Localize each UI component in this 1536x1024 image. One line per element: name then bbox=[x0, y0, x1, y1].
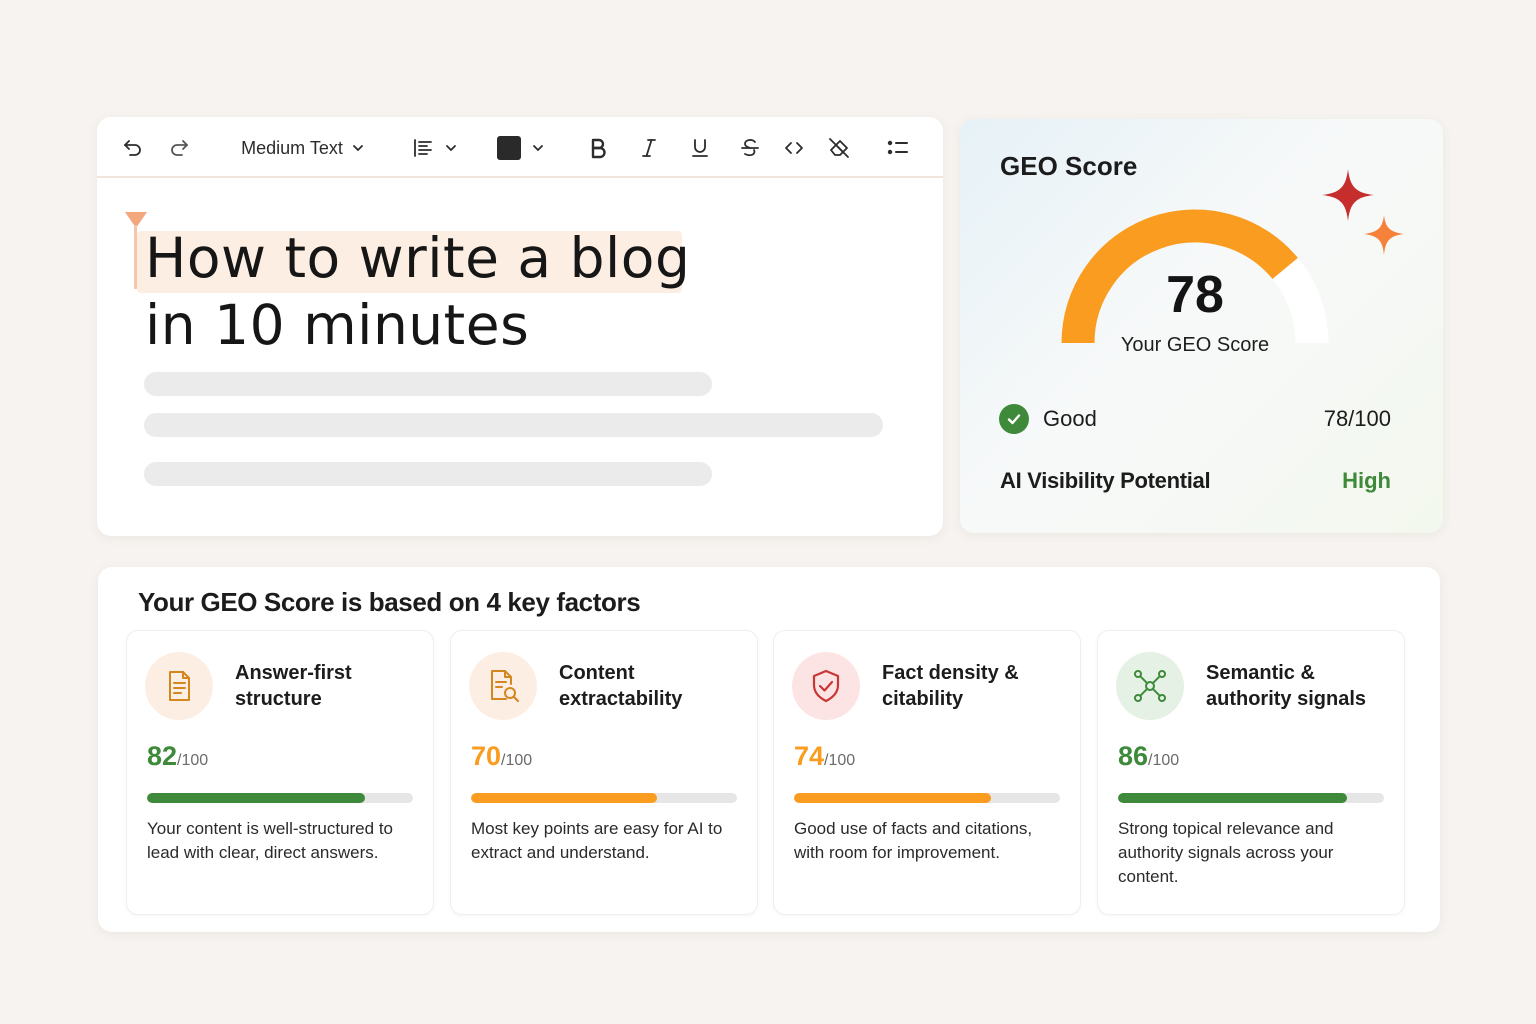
factor-progress-bar bbox=[147, 793, 413, 803]
factor-progress-fill bbox=[147, 793, 366, 803]
factor-icon-wrap bbox=[792, 652, 860, 720]
factor-description: Strong topical relevance and authority s… bbox=[1118, 819, 1334, 886]
factor-score-denominator: /100 bbox=[824, 752, 856, 769]
factor-description: Good use of facts and citations, with ro… bbox=[794, 819, 1033, 862]
factor-progress-bar bbox=[1118, 793, 1384, 803]
factor-score-number: 70 bbox=[471, 741, 502, 771]
clear-format-icon[interactable] bbox=[824, 133, 854, 163]
document-list-icon bbox=[169, 671, 190, 701]
factor-icon-wrap bbox=[469, 652, 537, 720]
code-icon[interactable] bbox=[780, 133, 808, 163]
factor-icon-wrap bbox=[1116, 652, 1184, 720]
factor-score-denominator: /100 bbox=[1148, 752, 1180, 769]
network-nodes-icon bbox=[1134, 670, 1166, 702]
factor-score-number: 82 bbox=[147, 741, 178, 771]
ai-visibility-value: High bbox=[1342, 468, 1391, 493]
geo-score-value: 78 bbox=[1166, 266, 1224, 324]
status-score: 78/100 bbox=[1323, 406, 1391, 431]
text-placeholder-line bbox=[144, 462, 712, 486]
text-style-dropdown[interactable]: Medium Text bbox=[235, 133, 371, 163]
document-title[interactable]: How to write a blog in 10 minutes bbox=[145, 225, 785, 359]
text-color-dropdown[interactable] bbox=[494, 133, 548, 163]
factor-progress-bar bbox=[471, 793, 737, 803]
geo-score-title: GEO Score bbox=[1000, 151, 1138, 181]
alignment-dropdown[interactable] bbox=[408, 133, 462, 163]
bold-icon[interactable] bbox=[584, 133, 612, 163]
ai-visibility-label: AI Visibility Potential bbox=[1000, 468, 1211, 493]
factor-name: Fact density & citability bbox=[882, 662, 1019, 710]
strikethrough-icon[interactable] bbox=[736, 133, 764, 163]
text-placeholder-line bbox=[144, 372, 712, 396]
factor-card-semantic-authority[interactable]: Semantic & authority signals 86/100 Stro… bbox=[1097, 630, 1405, 915]
factor-progress-fill bbox=[1118, 793, 1347, 803]
factor-score: 70/100 bbox=[471, 741, 532, 772]
factor-card-content-extractability[interactable]: Content extractability 70/100 Most key p… bbox=[450, 630, 758, 915]
text-style-label: Medium Text bbox=[241, 137, 343, 158]
geo-score-caption: Your GEO Score bbox=[1120, 334, 1270, 356]
chevron-down-icon bbox=[533, 145, 543, 152]
undo-icon[interactable] bbox=[119, 133, 147, 163]
factor-progress-bar bbox=[794, 793, 1060, 803]
factor-score-denominator: /100 bbox=[177, 752, 209, 769]
factors-panel: Your GEO Score is based on 4 key factors… bbox=[98, 567, 1440, 932]
factor-score-number: 86 bbox=[1118, 741, 1149, 771]
formatting-toolbar: Medium Text bbox=[97, 117, 943, 178]
factor-progress-fill bbox=[471, 793, 658, 803]
factor-score: 74/100 bbox=[794, 741, 855, 772]
factor-score-denominator: /100 bbox=[501, 752, 533, 769]
geo-score-card: GEO Score 78 Your GEO Score Good 78/100 … bbox=[960, 119, 1443, 533]
factor-score: 86/100 bbox=[1118, 741, 1179, 772]
title-line-1: How to write a blog bbox=[145, 226, 691, 290]
factor-score-number: 74 bbox=[794, 741, 825, 771]
color-swatch bbox=[497, 136, 521, 160]
title-line-2: in 10 minutes bbox=[145, 293, 530, 357]
factor-name: Content extractability bbox=[559, 662, 683, 710]
factors-title: Your GEO Score is based on 4 key factors bbox=[138, 587, 641, 617]
align-left-icon bbox=[414, 139, 432, 157]
factor-card-answer-first[interactable]: Answer-first structure 82/100 Your conte… bbox=[126, 630, 434, 915]
factor-icon-wrap bbox=[145, 652, 213, 720]
redo-icon[interactable] bbox=[165, 133, 193, 163]
chevron-down-icon bbox=[446, 145, 456, 152]
shield-check-icon bbox=[812, 669, 840, 703]
factor-description: Most key points are easy for AI to extra… bbox=[471, 819, 723, 862]
factor-name: Semantic & authority signals bbox=[1206, 662, 1367, 710]
italic-icon[interactable] bbox=[635, 133, 663, 163]
factor-card-fact-density[interactable]: Fact density & citability 74/100 Good us… bbox=[773, 630, 1081, 915]
editor-card: Medium Text How to write a blog in 10 mi… bbox=[97, 117, 943, 536]
check-circle-icon bbox=[999, 404, 1029, 434]
factor-progress-fill bbox=[794, 793, 991, 803]
document-search-icon bbox=[491, 670, 519, 702]
chevron-down-icon bbox=[352, 145, 363, 152]
sparkle-icon bbox=[1322, 169, 1404, 255]
text-placeholder-line bbox=[144, 413, 883, 437]
status-label: Good bbox=[1043, 406, 1097, 431]
factor-description: Your content is well-structured to lead … bbox=[147, 819, 393, 862]
bullet-list-icon[interactable] bbox=[883, 133, 913, 163]
underline-icon[interactable] bbox=[686, 133, 714, 163]
factor-score: 82/100 bbox=[147, 741, 208, 772]
factor-name: Answer-first structure bbox=[235, 662, 352, 710]
